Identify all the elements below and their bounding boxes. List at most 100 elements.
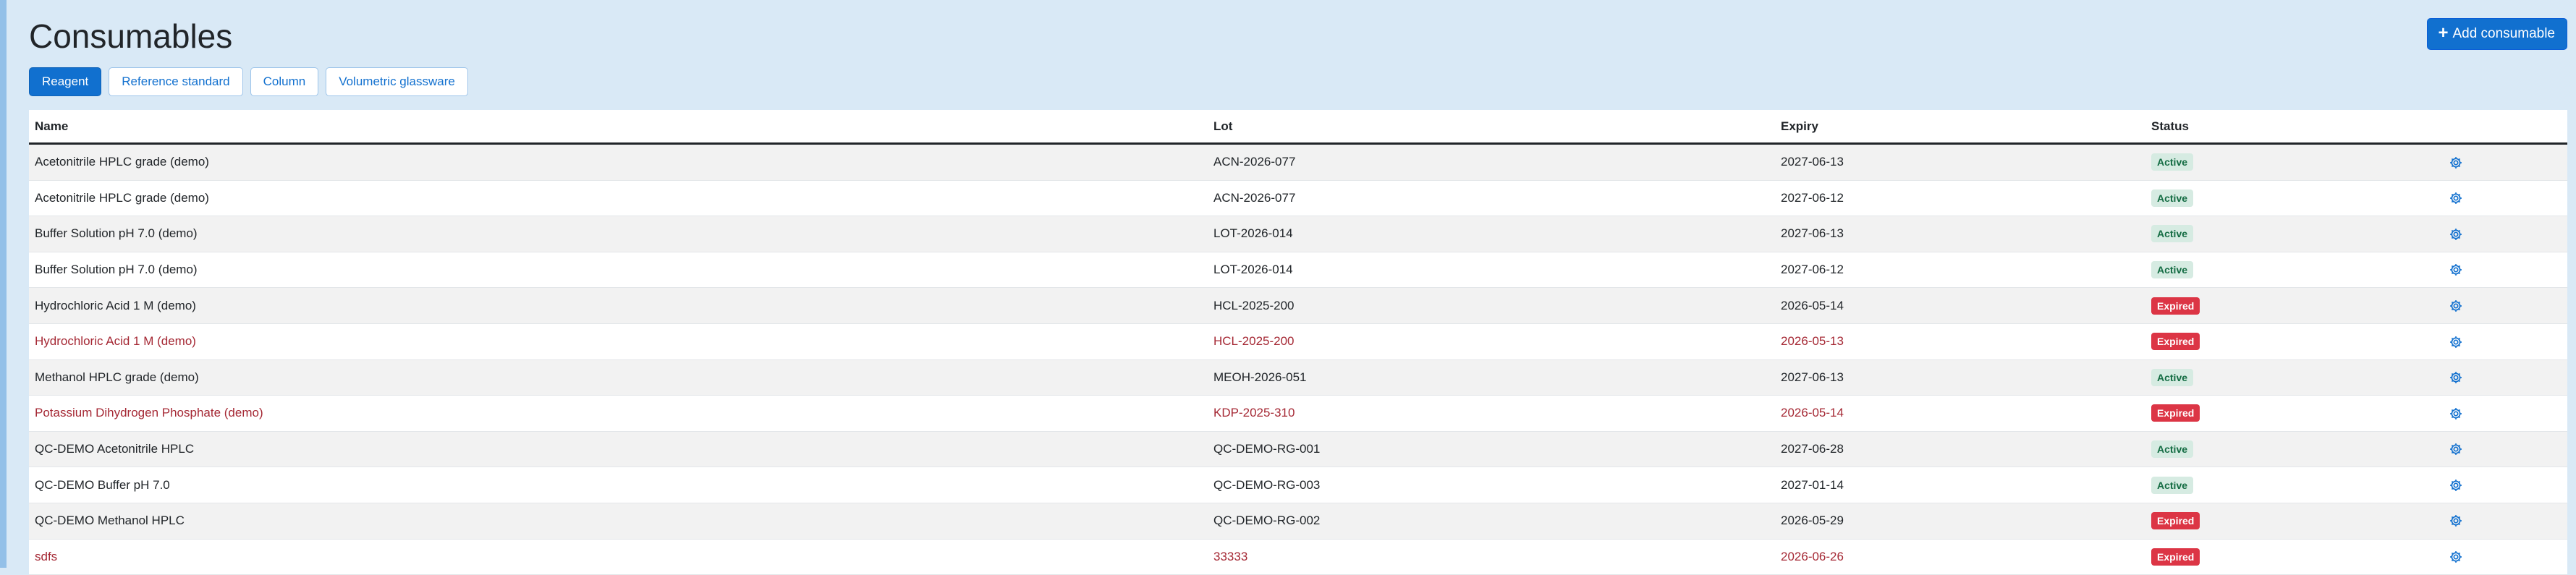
cell-name: QC-DEMO Acetonitrile HPLC [29,431,1208,468]
gear-icon[interactable] [2449,156,2463,170]
cell-actions [2442,252,2567,289]
cell-name: Acetonitrile HPLC grade (demo) [29,180,1208,217]
cell-actions [2442,539,2567,575]
cell-status: Active [2145,252,2442,289]
cell-name: Buffer Solution pH 7.0 (demo) [29,252,1208,289]
cell-status: Expired [2145,323,2442,360]
cell-name: Potassium Dihydrogen Phosphate (demo) [29,395,1208,432]
table-row[interactable]: Potassium Dihydrogen Phosphate (demo) KDP… [29,395,2567,432]
cell-actions [2442,395,2567,432]
table-row[interactable]: QC-DEMO Acetonitrile HPLC QC-DEMO-RG-001 2… [29,431,2567,468]
consumables-table-container: Name Lot Expiry Status Acetonitrile HPLC… [29,110,2567,575]
gear-icon[interactable] [2449,227,2463,242]
table-row[interactable]: QC-DEMO Methanol HPLC QC-DEMO-RG-002 2026-… [29,503,2567,540]
table-row[interactable]: Hydrochloric Acid 1 M (demo) HCL-2025-200… [29,323,2567,360]
cell-status: Expired [2145,395,2442,432]
table-row[interactable]: QC-DEMO Buffer pH 7.0 QC-DEMO-RG-003 2027-… [29,467,2567,503]
cell-actions [2442,216,2567,252]
cell-lot: MEOH-2026-051 [1208,359,1775,396]
cell-lot: HCL-2025-200 [1208,287,1775,324]
cell-name: Buffer Solution pH 7.0 (demo) [29,216,1208,252]
cell-actions [2442,359,2567,396]
column-header-actions [2442,110,2567,145]
status-badge: Active [2151,476,2194,494]
cell-name: QC-DEMO Methanol HPLC [29,503,1208,540]
status-badge: Expired [2151,333,2200,351]
table-row[interactable]: Acetonitrile HPLC grade (demo) ACN-2026-0… [29,180,2567,217]
cell-lot: HCL-2025-200 [1208,323,1775,360]
table-header-row: Name Lot Expiry Status [29,110,2567,145]
gear-icon[interactable] [2449,514,2463,528]
gear-icon[interactable] [2449,550,2463,564]
category-filter-group: Reagent Reference standard Column Volumetri… [29,67,468,96]
gear-icon[interactable] [2449,299,2463,313]
cell-expiry: 2027-06-13 [1775,143,2145,181]
status-badge: Expired [2151,404,2200,422]
status-badge: Active [2151,225,2194,243]
filter-reference-standard-button[interactable]: Reference standard [109,67,243,96]
cell-actions [2442,503,2567,540]
gear-icon[interactable] [2449,191,2463,205]
gear-icon[interactable] [2449,370,2463,385]
column-header-expiry[interactable]: Expiry [1775,110,2145,145]
status-badge: Expired [2151,548,2200,566]
cell-name: Acetonitrile HPLC grade (demo) [29,143,1208,181]
cell-actions [2442,180,2567,217]
cell-actions [2442,287,2567,324]
cell-lot: KDP-2025-310 [1208,395,1775,432]
status-badge: Active [2151,368,2194,386]
cell-status: Expired [2145,503,2442,540]
cell-expiry: 2026-06-26 [1775,539,2145,575]
status-badge: Expired [2151,512,2200,530]
plus-icon: + [2438,23,2449,43]
add-consumable-button[interactable]: + Add consumable [2427,18,2567,50]
cell-status: Active [2145,180,2442,217]
cell-lot: LOT-2026-014 [1208,216,1775,252]
cell-name: Hydrochloric Acid 1 M (demo) [29,287,1208,324]
table-row[interactable]: Hydrochloric Acid 1 M (demo) HCL-2025-200… [29,287,2567,324]
cell-expiry: 2027-01-14 [1775,467,2145,503]
cell-name: sdfs [29,539,1208,575]
cell-name: Methanol HPLC grade (demo) [29,359,1208,396]
cell-name: QC-DEMO Buffer pH 7.0 [29,467,1208,503]
cell-status: Active [2145,359,2442,396]
cell-expiry: 2026-05-14 [1775,287,2145,324]
table-row[interactable]: sdfs 33333 2026-06-26 Expired [29,539,2567,575]
gear-icon[interactable] [2449,406,2463,421]
gear-icon[interactable] [2449,335,2463,349]
column-header-status[interactable]: Status [2145,110,2442,145]
gear-icon[interactable] [2449,442,2463,456]
table-row[interactable]: Methanol HPLC grade (demo) MEOH-2026-051 2… [29,359,2567,396]
cell-status: Expired [2145,539,2442,575]
cell-status: Active [2145,467,2442,503]
cell-status: Active [2145,431,2442,468]
cell-lot: QC-DEMO-RG-001 [1208,431,1775,468]
cell-lot: ACN-2026-077 [1208,180,1775,217]
consumables-table: Name Lot Expiry Status Acetonitrile HPLC… [29,110,2567,575]
gear-icon[interactable] [2449,263,2463,277]
gear-icon[interactable] [2449,478,2463,493]
cell-status: Expired [2145,287,2442,324]
table-row[interactable]: Acetonitrile HPLC grade (demo) ACN-2026-0… [29,143,2567,181]
column-header-name[interactable]: Name [29,110,1208,145]
cell-expiry: 2026-05-13 [1775,323,2145,360]
cell-lot: QC-DEMO-RG-003 [1208,467,1775,503]
cell-lot: LOT-2026-014 [1208,252,1775,289]
table-row[interactable]: Buffer Solution pH 7.0 (demo) LOT-2026-01… [29,216,2567,252]
table-row[interactable]: Buffer Solution pH 7.0 (demo) LOT-2026-01… [29,252,2567,289]
cell-actions [2442,323,2567,360]
cell-lot: 33333 [1208,539,1775,575]
cell-expiry: 2027-06-13 [1775,359,2145,396]
add-consumable-label: Add consumable [2452,26,2555,41]
column-header-lot[interactable]: Lot [1208,110,1775,145]
filter-column-button[interactable]: Column [250,67,319,96]
table-body: Acetonitrile HPLC grade (demo) ACN-2026-0… [29,143,2567,575]
cell-expiry: 2026-05-14 [1775,395,2145,432]
cell-expiry: 2027-06-12 [1775,180,2145,217]
status-badge: Active [2151,440,2194,459]
status-badge: Active [2151,153,2194,171]
filter-reagent-button[interactable]: Reagent [29,67,102,96]
status-badge: Active [2151,189,2194,207]
filter-volumetric-glassware-button[interactable]: Volumetric glassware [326,67,468,96]
cell-lot: ACN-2026-077 [1208,143,1775,181]
